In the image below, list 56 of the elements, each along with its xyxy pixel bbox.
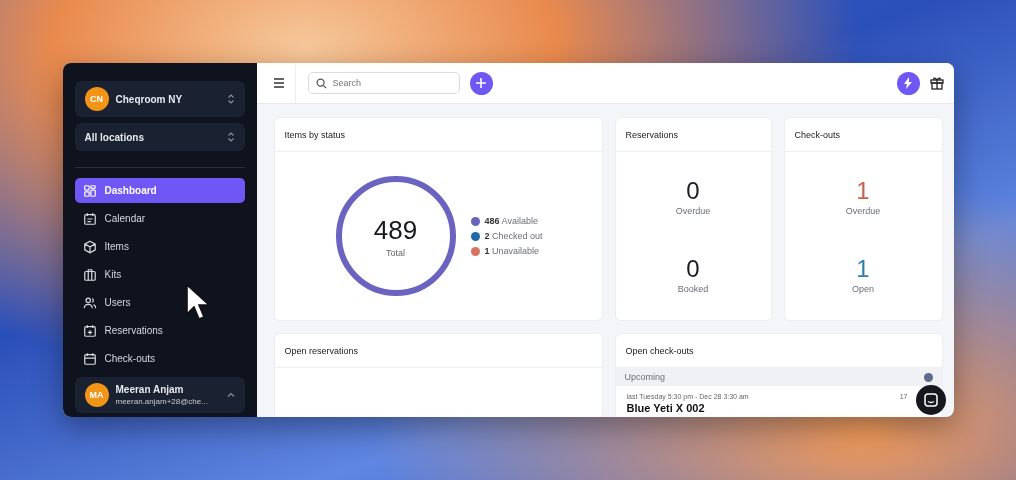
avatar: CN (84, 87, 109, 111)
stat-label: Open (852, 284, 874, 294)
stat-value: 0 (686, 256, 700, 282)
legend-label: 486 Available (484, 216, 538, 226)
info-icon (923, 372, 933, 382)
stat-value: 0 (686, 178, 700, 204)
location-select[interactable]: All locations (74, 123, 245, 151)
pointer-icon (186, 284, 210, 322)
stat-label: Overdue (845, 206, 881, 216)
nav-item[interactable]: Kits (74, 262, 245, 287)
stat-value: 1 (856, 178, 870, 204)
lightning-button[interactable] (896, 71, 920, 95)
chevron-icon (226, 93, 235, 105)
nav-item[interactable]: Dashboard (74, 178, 245, 203)
chevron-icon (226, 131, 235, 143)
nav-item[interactable]: Check-outs (74, 346, 245, 371)
stat-value: 1 (856, 256, 870, 282)
total-count: 489 (373, 214, 418, 246)
calendar-icon (82, 211, 97, 226)
nav-item[interactable]: Reservations (74, 318, 245, 343)
nav-item[interactable]: Items (74, 234, 245, 259)
legend-label: 2 Checked out (484, 231, 543, 241)
legend-label: 1 Unavailable (484, 246, 540, 256)
plus-icon (475, 77, 487, 89)
user-email: meeran.anjam+28@che... (115, 397, 209, 406)
nav-item[interactable]: Calendar (74, 206, 245, 231)
card-title: Reservations (615, 118, 771, 152)
dashboard-icon (82, 183, 97, 198)
checkout-icon (82, 351, 97, 366)
search-field[interactable]: Search (307, 72, 460, 94)
cube-icon (82, 239, 97, 254)
nav-item[interactable]: Users (74, 290, 245, 315)
lightning-icon (904, 77, 912, 89)
menu-icon[interactable] (272, 78, 285, 88)
organization-select[interactable]: CN Cheqroom NY (74, 81, 245, 117)
stat-label: Booked (677, 284, 709, 294)
organization-name: Cheqroom NY (115, 93, 184, 105)
total-label: Total (386, 247, 405, 258)
location-label: All locations (84, 131, 145, 143)
search-icon (315, 78, 327, 89)
avatar: MA (84, 383, 109, 407)
card-title: Items by status (274, 118, 602, 152)
reservation-icon (82, 323, 97, 338)
check-out-name: Blue Yeti X 002 (626, 402, 706, 414)
chat-icon (923, 393, 938, 407)
chevron-icon (226, 392, 235, 398)
user-name: Meeran Anjam (115, 384, 185, 395)
case-icon (82, 267, 97, 282)
card-title: Open reservations (274, 334, 602, 368)
card-title: Check-outs (784, 118, 942, 152)
add-button[interactable] (469, 71, 493, 95)
users-icon (82, 295, 97, 310)
section-label: Upcoming (624, 372, 666, 382)
gift-icon[interactable] (929, 76, 944, 90)
user-menu[interactable]: MA Meeran Anjam meeran.anjam+28@che... (74, 377, 245, 413)
stat-label: Overdue (675, 206, 711, 216)
